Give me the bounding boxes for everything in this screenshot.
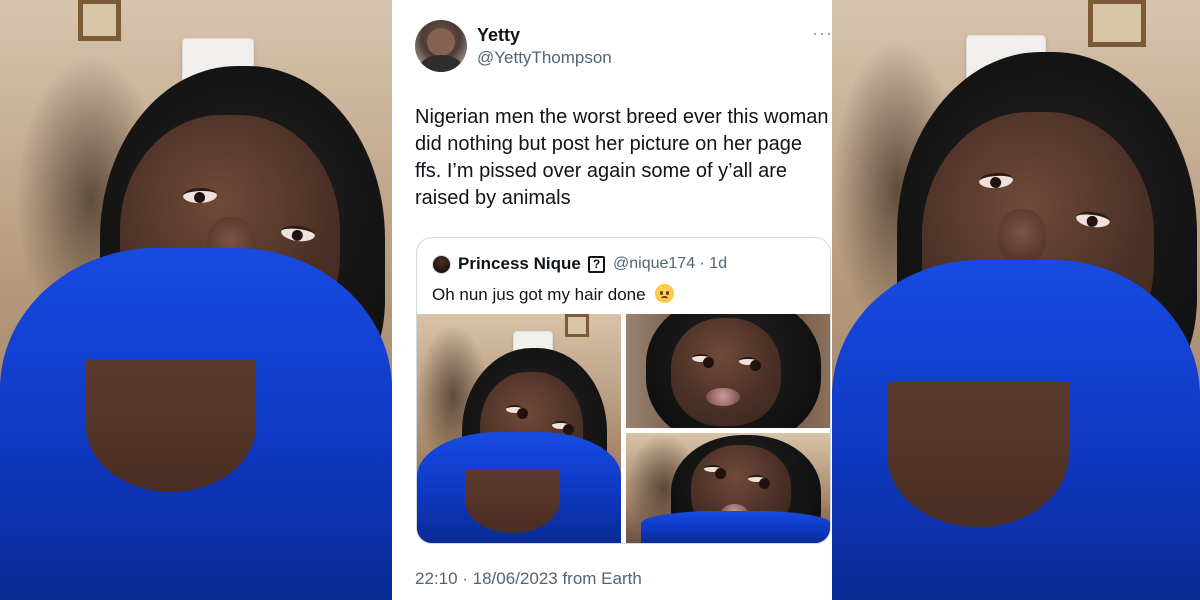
quoted-author-badge: ? bbox=[588, 256, 605, 273]
media-photo-bottom-right[interactable] bbox=[626, 433, 830, 543]
thumb-eye-top-right bbox=[739, 357, 761, 371]
author-display-name[interactable]: Yetty bbox=[477, 25, 520, 46]
tweet-timestamp[interactable]: 22:10 · 18/06/2023 from Earth bbox=[415, 569, 642, 589]
collage-scene: Yetty @YettyThompson ··· Nigerian men th… bbox=[0, 0, 1200, 600]
right-nose bbox=[998, 209, 1046, 267]
thumb-eye-top-left bbox=[692, 354, 714, 368]
thumb-eye-large-left bbox=[506, 405, 528, 419]
thumb-face-top bbox=[671, 318, 781, 426]
thumb-shirt-bottom bbox=[641, 511, 830, 543]
quoted-media-grid[interactable] bbox=[417, 314, 830, 543]
quoted-tweet-card[interactable]: Princess Nique ? @nique174 · 1d Oh nun j… bbox=[416, 237, 831, 544]
quoted-tweet-text-content: Oh nun jus got my hair done bbox=[432, 285, 646, 304]
author-handle[interactable]: @YettyThompson bbox=[477, 48, 612, 68]
right-photo-panel bbox=[832, 0, 1200, 600]
left-neckline-front bbox=[86, 360, 256, 492]
thumb-neckline-large bbox=[465, 469, 560, 533]
quoted-author-name[interactable]: Princess Nique bbox=[458, 254, 581, 274]
pleading-face-icon bbox=[655, 284, 675, 303]
thumb-eye-large-right bbox=[552, 421, 574, 435]
right-neckline bbox=[887, 382, 1069, 527]
quoted-author-meta: @nique174 · 1d bbox=[613, 255, 728, 272]
more-icon[interactable]: ··· bbox=[812, 24, 832, 42]
quoted-author-avatar[interactable] bbox=[432, 255, 451, 274]
author-avatar[interactable] bbox=[415, 20, 467, 72]
media-photo-top-right[interactable] bbox=[626, 314, 830, 428]
thumb-eye-bottom-right bbox=[748, 475, 770, 489]
media-photo-large[interactable] bbox=[417, 314, 621, 543]
thumb-eye-bottom-left bbox=[704, 465, 726, 479]
wall-picture-frame bbox=[78, 0, 121, 41]
right-wall-picture-frame bbox=[1088, 0, 1146, 47]
thumb-wall-frame bbox=[565, 314, 589, 337]
thumb-lips-top bbox=[706, 388, 740, 406]
quoted-tweet-text: Oh nun jus got my hair done bbox=[432, 284, 675, 305]
left-photo-panel bbox=[0, 0, 392, 600]
tweet-text: Nigerian men the worst breed ever this w… bbox=[415, 106, 829, 209]
